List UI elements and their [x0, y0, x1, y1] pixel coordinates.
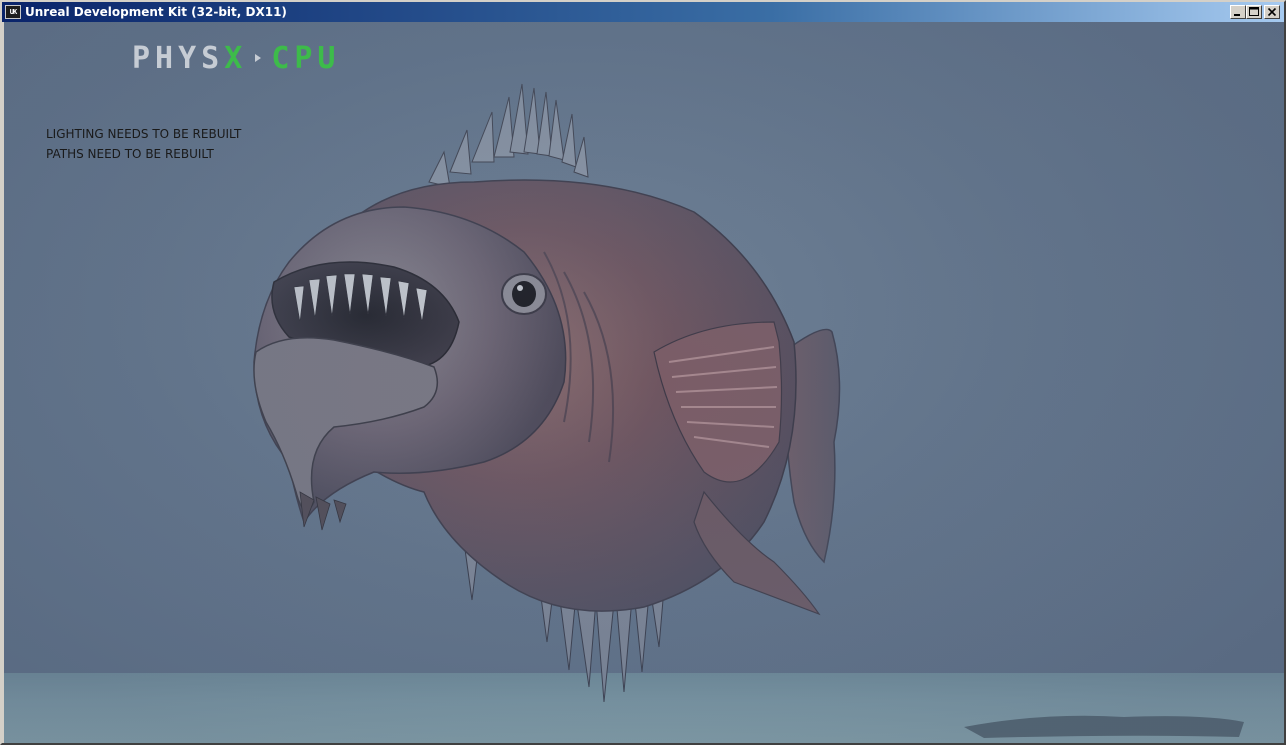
udk-app-icon[interactable]: UK — [5, 5, 21, 19]
maximize-icon — [1249, 7, 1259, 16]
close-button[interactable] — [1264, 5, 1280, 19]
udk-window: UK Unreal Development Kit (32-bit, DX11) — [0, 0, 1286, 745]
paths-warning: PATHS NEED TO BE REBUILT — [46, 147, 214, 161]
minimize-button[interactable] — [1230, 5, 1246, 19]
physx-status: PHYSX CPU — [132, 42, 341, 76]
title-bar[interactable]: UK Unreal Development Kit (32-bit, DX11) — [2, 2, 1284, 22]
lighting-warning: LIGHTING NEEDS TO BE REBUILT — [46, 127, 242, 141]
physx-mode: CPU — [271, 41, 341, 76]
minimize-icon — [1234, 14, 1240, 16]
physx-word: PHYS — [132, 41, 225, 76]
window-controls — [1230, 5, 1280, 19]
arrow-right-icon — [255, 53, 262, 62]
game-viewport[interactable]: PHYSX CPU LIGHTING NEEDS TO BE REBUILT PA… — [4, 22, 1284, 743]
maximize-button[interactable] — [1246, 5, 1262, 19]
close-icon — [1267, 7, 1277, 17]
physx-x-letter: X — [224, 41, 248, 76]
window-title: Unreal Development Kit (32-bit, DX11) — [25, 5, 287, 19]
debug-messages: LIGHTING NEEDS TO BE REBUILT PATHS NEED … — [46, 124, 241, 164]
